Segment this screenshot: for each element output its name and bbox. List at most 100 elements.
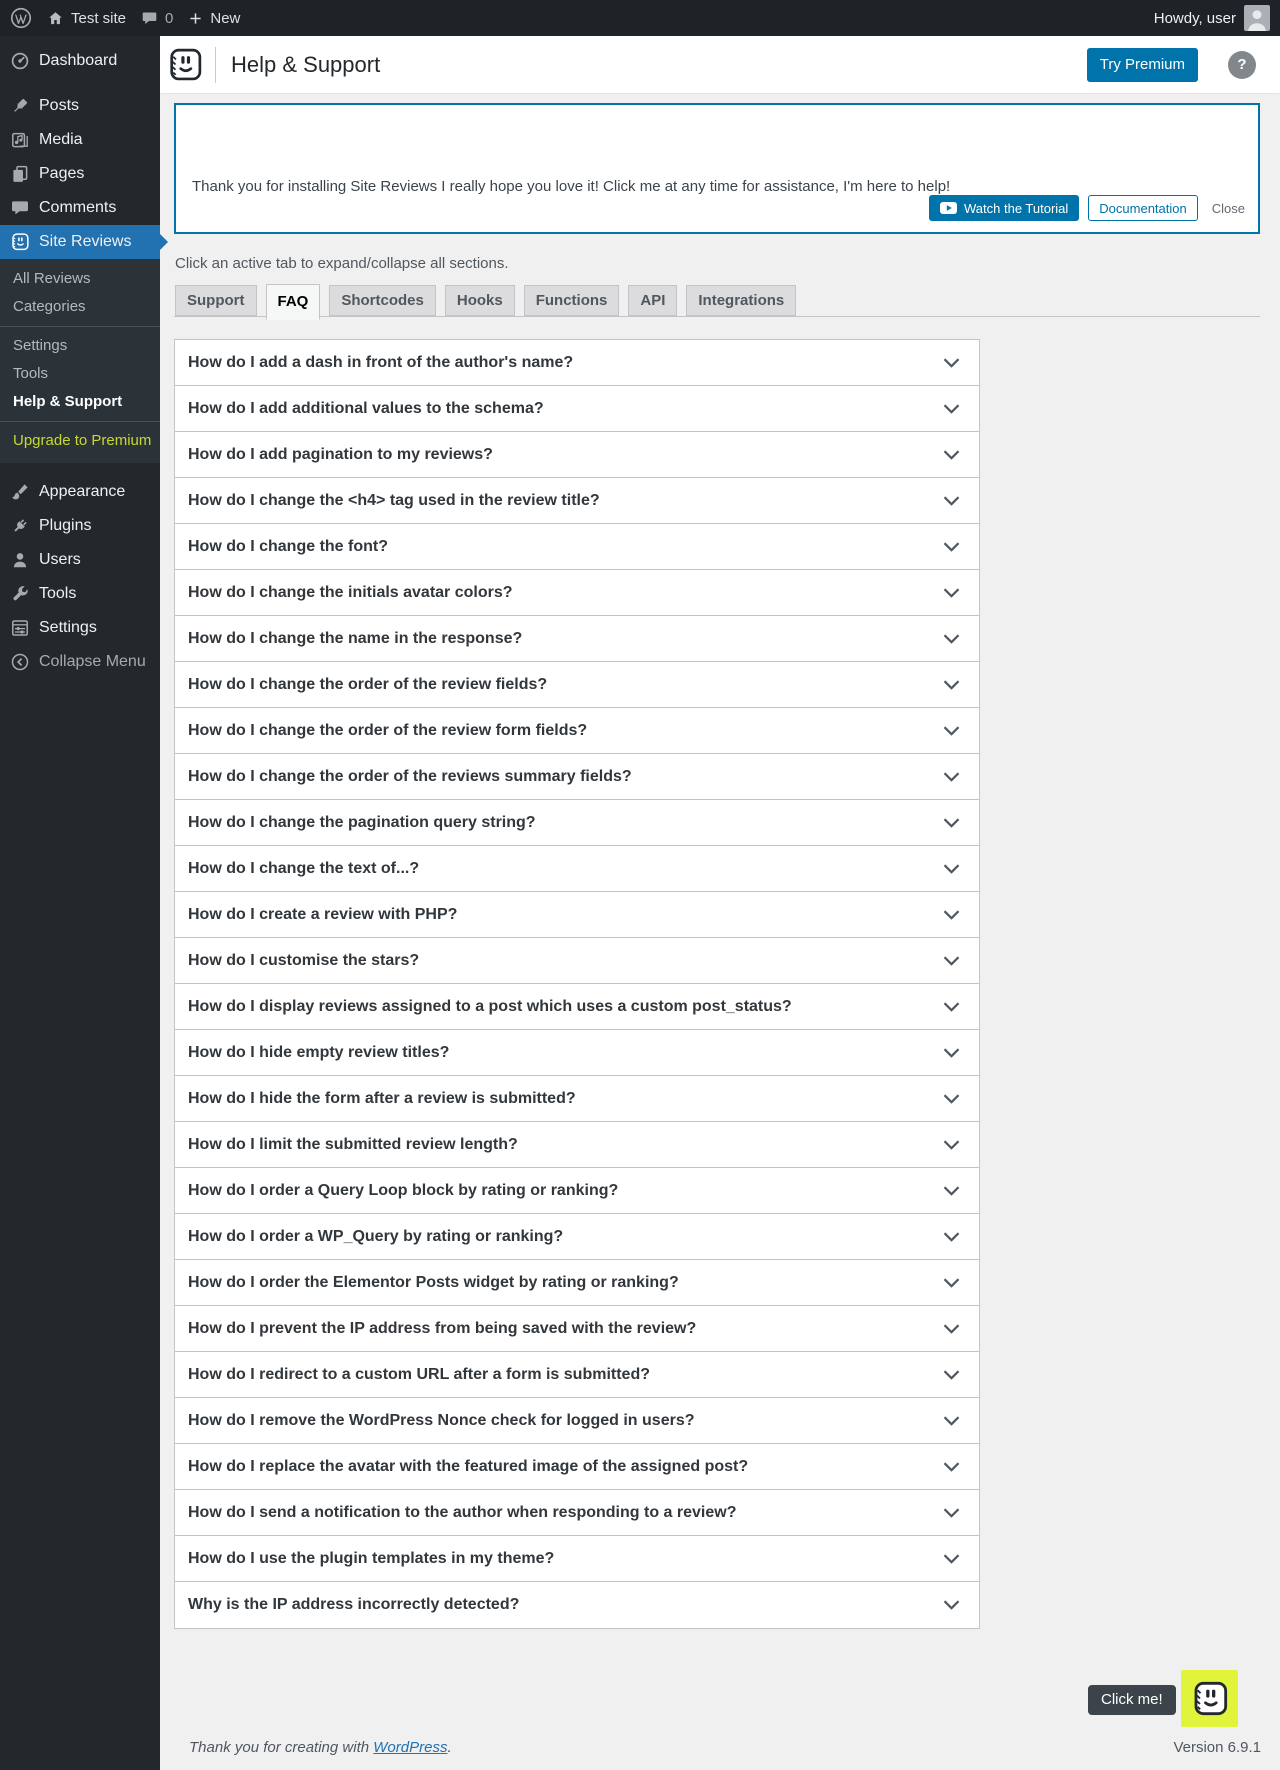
faq-question-row[interactable]: How do I create a review with PHP? [175, 892, 979, 938]
faq-question-text: How do I change the pagination query str… [188, 814, 536, 832]
site-reviews-logo-icon [1190, 1679, 1230, 1719]
welcome-notice: Thank you for installing Site Reviews I … [174, 103, 1260, 234]
submenu-item-categories[interactable]: Categories [0, 293, 160, 321]
tab-functions[interactable]: Functions [524, 285, 620, 316]
faq-question-row[interactable]: How do I change the order of the reviews… [175, 754, 979, 800]
faq-question-text: Why is the IP address incorrectly detect… [188, 1596, 519, 1614]
settings-sliders-icon [10, 618, 30, 638]
faq-question-row[interactable]: How do I order a WP_Query by rating or r… [175, 1214, 979, 1260]
new-menu[interactable]: New [188, 10, 240, 27]
collapse-menu-label: Collapse Menu [39, 653, 146, 671]
faq-question-text: How do I replace the avatar with the fea… [188, 1458, 748, 1476]
tab-bar: Support FAQ Shortcodes Hooks Functions A… [174, 284, 1260, 317]
faq-question-text: How do I remove the WordPress Nonce chec… [188, 1412, 694, 1430]
faq-question-text: How do I prevent the IP address from bei… [188, 1320, 696, 1338]
watch-tutorial-button[interactable]: Watch the Tutorial [929, 195, 1079, 221]
chevron-down-icon [943, 1370, 960, 1380]
faq-question-row[interactable]: How do I change the order of the review … [175, 662, 979, 708]
submenu-item-upgrade-premium[interactable]: Upgrade to Premium [0, 427, 160, 455]
tab-shortcodes[interactable]: Shortcodes [329, 285, 436, 316]
faq-question-row[interactable]: How do I hide the form after a review is… [175, 1076, 979, 1122]
admin-sidebar: Dashboard Posts [0, 36, 160, 1770]
tab-api[interactable]: API [628, 285, 677, 316]
faq-question-row[interactable]: How do I remove the WordPress Nonce chec… [175, 1398, 979, 1444]
avatar [1244, 5, 1270, 31]
chevron-down-icon [943, 910, 960, 920]
sidebar-item-label: Dashboard [39, 52, 117, 70]
sidebar-item-site-reviews[interactable]: Site Reviews [0, 225, 160, 259]
dashboard-icon [10, 51, 30, 71]
comments-menu[interactable]: 0 [141, 10, 173, 27]
faq-question-text: How do I order the Elementor Posts widge… [188, 1274, 679, 1292]
submenu-item-tools[interactable]: Tools [0, 360, 160, 388]
help-icon[interactable]: ? [1228, 51, 1256, 79]
chevron-down-icon [943, 1508, 960, 1518]
sidebar-item-pages[interactable]: Pages [0, 157, 160, 191]
faq-question-text: How do I send a notification to the auth… [188, 1504, 736, 1522]
faq-question-row[interactable]: How do I change the name in the response… [175, 616, 979, 662]
try-premium-button[interactable]: Try Premium [1087, 48, 1198, 82]
submenu-item-all-reviews[interactable]: All Reviews [0, 265, 160, 293]
comment-bubble-icon [10, 198, 30, 218]
sidebar-item-media[interactable]: Media [0, 123, 160, 157]
faq-question-row[interactable]: How do I add a dash in front of the auth… [175, 340, 979, 386]
faq-question-row[interactable]: Why is the IP address incorrectly detect… [175, 1582, 979, 1628]
faq-question-row[interactable]: How do I order the Elementor Posts widge… [175, 1260, 979, 1306]
chevron-down-icon [943, 1600, 960, 1610]
pushpin-icon [10, 96, 30, 116]
faq-question-row[interactable]: How do I customise the stars? [175, 938, 979, 984]
faq-question-row[interactable]: How do I order a Query Loop block by rat… [175, 1168, 979, 1214]
comments-count-badge: 0 [165, 10, 173, 27]
site-reviews-mascot-button[interactable] [1181, 1670, 1238, 1727]
faq-question-text: How do I change the <h4> tag used in the… [188, 492, 600, 510]
wordpress-link[interactable]: WordPress [373, 1739, 447, 1756]
faq-question-row[interactable]: How do I send a notification to the auth… [175, 1490, 979, 1536]
faq-question-row[interactable]: How do I change the <h4> tag used in the… [175, 478, 979, 524]
tabs-hint-text: Click an active tab to expand/collapse a… [175, 255, 1260, 272]
faq-question-row[interactable]: How do I redirect to a custom URL after … [175, 1352, 979, 1398]
account-menu[interactable]: Howdy, user [1154, 5, 1270, 31]
close-notice-link[interactable]: Close [1212, 201, 1245, 216]
sidebar-item-tools[interactable]: Tools [0, 577, 160, 611]
faq-question-text: How do I use the plugin templates in my … [188, 1550, 554, 1568]
tab-support[interactable]: Support [175, 285, 257, 316]
sidebar-item-plugins[interactable]: Plugins [0, 509, 160, 543]
faq-question-row[interactable]: How do I hide empty review titles? [175, 1030, 979, 1076]
documentation-button[interactable]: Documentation [1088, 195, 1197, 221]
submenu-item-settings[interactable]: Settings [0, 332, 160, 360]
site-name-menu[interactable]: Test site [47, 10, 126, 27]
chevron-down-icon [943, 1554, 960, 1564]
sidebar-collapse-menu[interactable]: Collapse Menu [0, 645, 160, 679]
plug-icon [10, 516, 30, 536]
faq-question-row[interactable]: How do I add additional values to the sc… [175, 386, 979, 432]
faq-question-text: How do I change the font? [188, 538, 388, 556]
sidebar-item-comments[interactable]: Comments [0, 191, 160, 225]
faq-question-row[interactable]: How do I change the initials avatar colo… [175, 570, 979, 616]
sidebar-item-appearance[interactable]: Appearance [0, 475, 160, 509]
sidebar-item-dashboard[interactable]: Dashboard [0, 44, 160, 78]
submenu-divider [0, 421, 160, 422]
faq-question-row[interactable]: How do I add pagination to my reviews? [175, 432, 979, 478]
faq-question-row[interactable]: How do I change the font? [175, 524, 979, 570]
wordpress-logo-menu[interactable] [10, 7, 32, 29]
faq-question-row[interactable]: How do I change the order of the review … [175, 708, 979, 754]
click-me-tooltip-button[interactable]: Click me! [1088, 1685, 1176, 1715]
sidebar-item-label: Settings [39, 619, 97, 637]
faq-question-row[interactable]: How do I use the plugin templates in my … [175, 1536, 979, 1582]
plus-icon [188, 11, 203, 26]
tab-hooks[interactable]: Hooks [445, 285, 515, 316]
faq-question-row[interactable]: How do I change the text of...? [175, 846, 979, 892]
chevron-down-icon [943, 1324, 960, 1334]
faq-question-row[interactable]: How do I prevent the IP address from bei… [175, 1306, 979, 1352]
faq-question-row[interactable]: How do I change the pagination query str… [175, 800, 979, 846]
faq-question-row[interactable]: How do I replace the avatar with the fea… [175, 1444, 979, 1490]
sidebar-item-posts[interactable]: Posts [0, 89, 160, 123]
faq-question-row[interactable]: How do I limit the submitted review leng… [175, 1122, 979, 1168]
sidebar-item-users[interactable]: Users [0, 543, 160, 577]
tab-faq[interactable]: FAQ [266, 284, 321, 320]
submenu-item-help-support[interactable]: Help & Support [0, 388, 160, 416]
howdy-label: Howdy, user [1154, 10, 1236, 27]
tab-integrations[interactable]: Integrations [686, 285, 796, 316]
faq-question-row[interactable]: How do I display reviews assigned to a p… [175, 984, 979, 1030]
sidebar-item-settings[interactable]: Settings [0, 611, 160, 645]
